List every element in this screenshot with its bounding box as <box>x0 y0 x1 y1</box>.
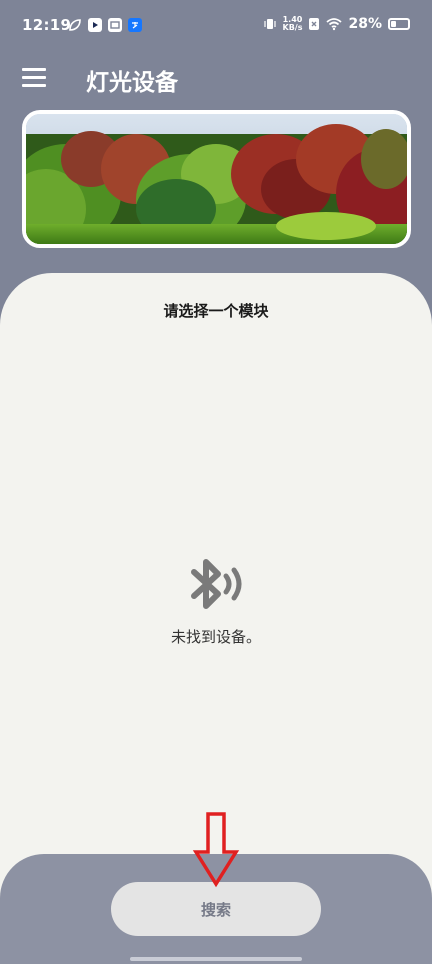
home-indicator[interactable] <box>130 957 302 961</box>
battery-percent: 28% <box>348 16 382 32</box>
no-sim-icon <box>309 18 320 30</box>
bluetooth-searching-icon <box>191 559 242 609</box>
wifi-icon <box>326 18 343 31</box>
red-arrow-down-icon <box>192 812 240 888</box>
battery-icon <box>388 18 410 30</box>
notification-icons <box>68 18 142 32</box>
page-title: 灯光设备 <box>86 70 178 96</box>
aquarium-banner-image <box>22 110 411 248</box>
empty-state-text: 未找到设备。 <box>170 628 261 646</box>
module-panel-title: 请选择一个模块 <box>163 302 269 320</box>
system-icons: 1.40 KB/s 28% <box>263 16 410 32</box>
aquarium-plants-image <box>26 114 407 244</box>
app-header: 灯光设备 <box>0 52 432 104</box>
status-bar: 12:19 1.40 KB/s 28% <box>0 0 432 52</box>
battery-level <box>391 21 397 27</box>
network-speed: 1.40 KB/s <box>283 16 303 32</box>
menu-icon[interactable] <box>22 68 46 88</box>
vibrate-icon <box>263 19 276 29</box>
alipay-app-icon <box>128 18 142 32</box>
search-button[interactable]: 搜索 <box>111 882 321 936</box>
status-time: 12:19 <box>22 16 72 34</box>
inbox-app-icon <box>108 18 122 32</box>
leaf-app-icon <box>69 19 81 31</box>
play-app-icon <box>88 18 102 32</box>
network-speed-unit: KB/s <box>282 23 303 32</box>
